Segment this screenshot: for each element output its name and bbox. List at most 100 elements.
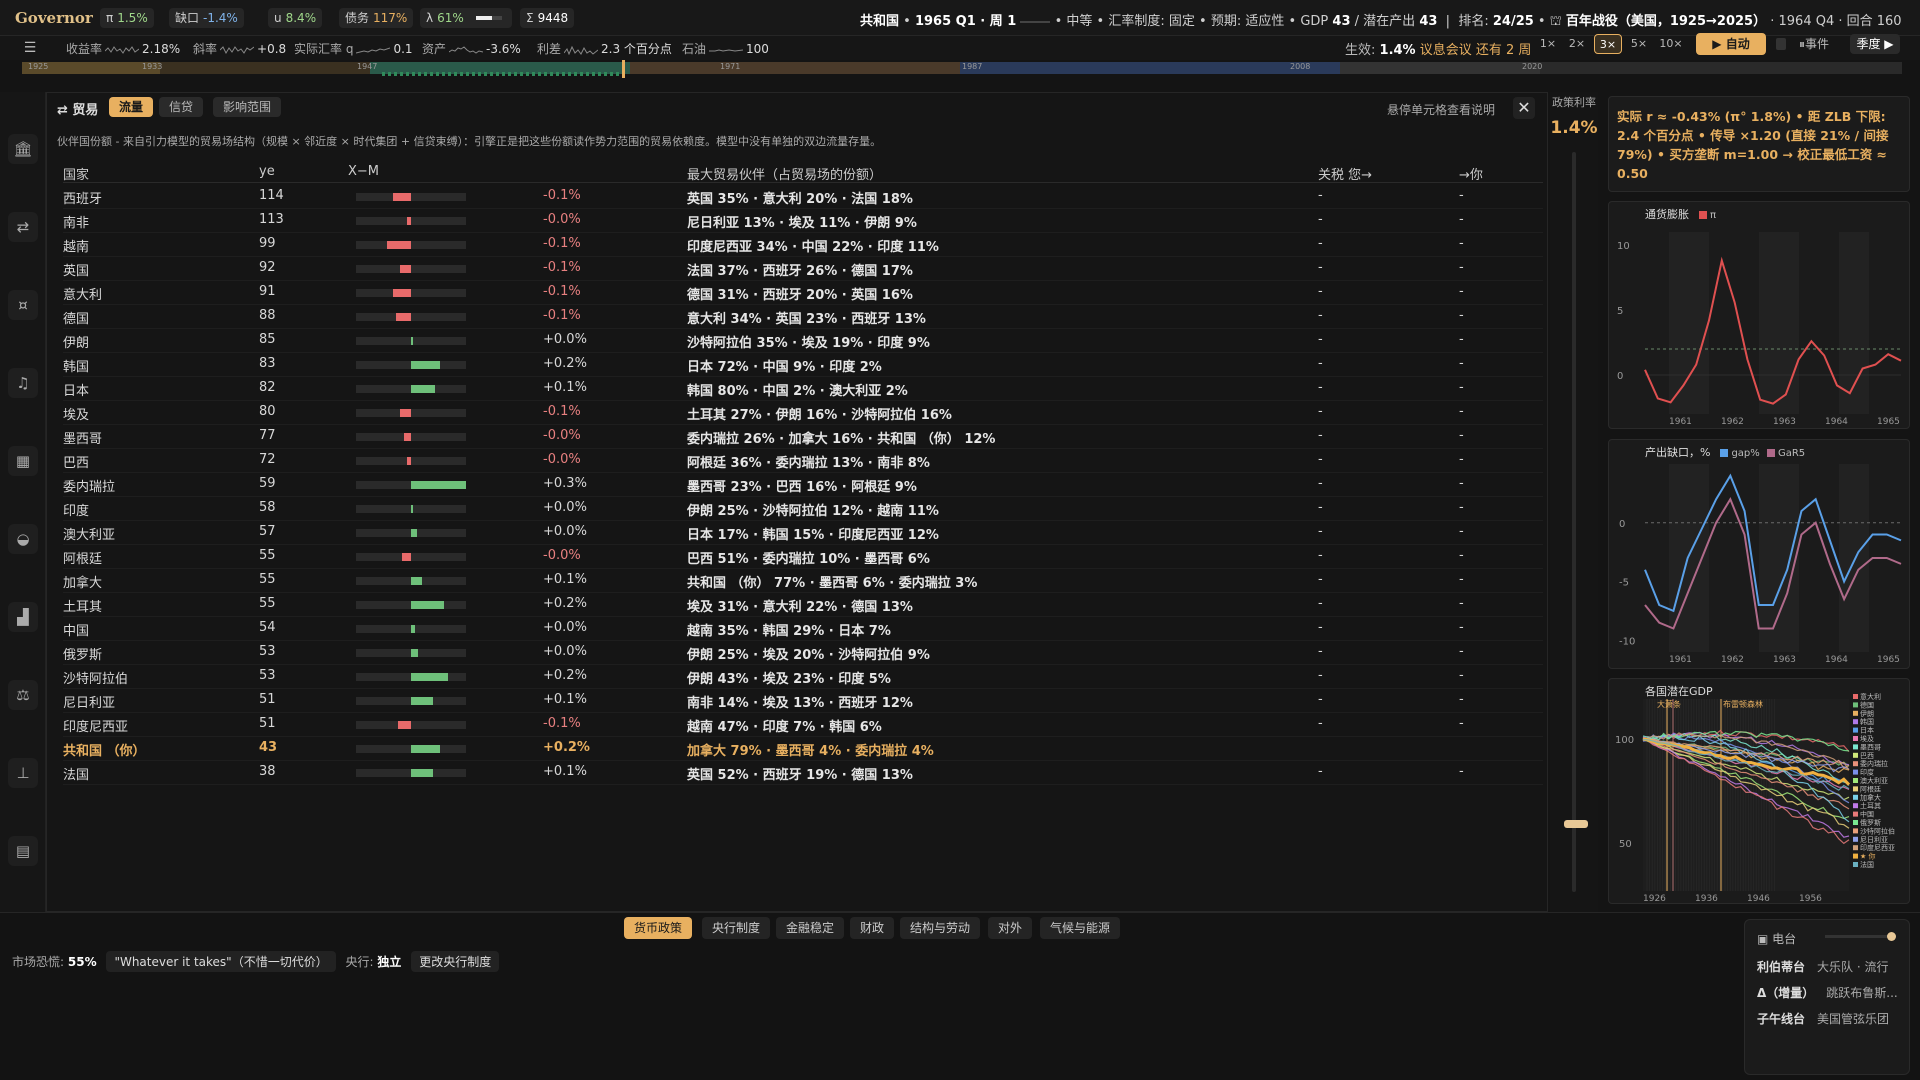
speed-2x[interactable]: 2×	[1564, 34, 1590, 54]
tariff-cell[interactable]: -	[1318, 692, 1323, 707]
document-icon[interactable]: ▤	[8, 836, 38, 866]
tariff-cell[interactable]: -	[1318, 668, 1323, 683]
table-row[interactable]: 委内瑞拉 59 +0.3% 墨西哥 23% · 巴西 16% · 阿根廷 9% - -	[63, 473, 1543, 497]
policy-rate-handle[interactable]	[1564, 820, 1588, 828]
speed-10x[interactable]: 10×	[1656, 34, 1686, 54]
tab-climate-energy[interactable]: 气候与能源	[1040, 917, 1121, 939]
whatever-it-takes-button[interactable]: "Whatever it takes"（不惜一切代价）	[106, 951, 336, 972]
table-row[interactable]: 越南 99 -0.1% 印度尼西亚 34% · 中国 22% · 印度 11% - -	[63, 233, 1543, 257]
tariff-cell[interactable]: -	[1318, 524, 1323, 539]
tab-credit[interactable]: 信贷	[159, 97, 204, 117]
thermometer-icon[interactable]: ⊥	[8, 758, 38, 788]
volume-slider[interactable]	[1825, 932, 1896, 941]
table-row[interactable]: 中国 54 +0.0% 越南 35% · 韩国 29% · 日本 7% - -	[63, 617, 1543, 641]
tariff-cell[interactable]: -	[1318, 644, 1323, 659]
tariff-cell[interactable]: -	[1318, 212, 1323, 227]
table-row[interactable]: 墨西哥 77 -0.0% 委内瑞拉 26% · 加拿大 16% · 共和国 （你） 1…	[63, 425, 1543, 449]
table-row[interactable]: 印度 58 +0.0% 伊朗 25% · 沙特阿拉伯 12% · 越南 11% - -	[63, 497, 1543, 521]
tariff-cell[interactable]: -	[1318, 596, 1323, 611]
score-chip[interactable]: Σ 9448	[520, 8, 575, 28]
col-ye[interactable]: ye	[259, 164, 275, 179]
radio-station-2[interactable]: Δ（增量） 跳跃布鲁斯...	[1757, 984, 1898, 1001]
table-row[interactable]: 巴西 72 -0.0% 阿根廷 36% · 委内瑞拉 13% · 南非 8% - -	[63, 449, 1543, 473]
tab-structure-labor[interactable]: 结构与劳动	[900, 917, 981, 939]
radio-station-1[interactable]: 利伯蒂台 大乐队 · 流行	[1757, 958, 1888, 975]
tariff-cell[interactable]: -	[1318, 500, 1323, 515]
table-row[interactable]: 阿根廷 55 -0.0% 巴西 51% · 委内瑞拉 10% · 墨西哥 6% - -	[63, 545, 1543, 569]
col-xm[interactable]: X−M	[348, 164, 379, 179]
col-country[interactable]: 国家	[63, 164, 89, 183]
table-row[interactable]: 共和国 （你） 43 +0.2% 加拿大 79% · 墨西哥 4% · 委内瑞拉 4%	[63, 737, 1543, 761]
table-row[interactable]: 德国 88 -0.1% 意大利 34% · 英国 23% · 西班牙 13% - -	[63, 305, 1543, 329]
tariff-cell[interactable]: -	[1318, 428, 1323, 443]
money-icon[interactable]: ¤	[8, 290, 38, 320]
col-you[interactable]: →你	[1459, 164, 1483, 183]
table-row[interactable]: 埃及 80 -0.1% 土耳其 27% · 伊朗 16% · 沙特阿拉伯 16% - -	[63, 401, 1543, 425]
tariff-cell[interactable]: -	[1318, 764, 1323, 779]
tab-financial-stability[interactable]: 金融稳定	[776, 917, 845, 939]
table-row[interactable]: 尼日利亚 51 +0.1% 南非 14% · 埃及 13% · 西班牙 12% - -	[63, 689, 1543, 713]
col-tariff[interactable]: 关税 您→	[1318, 164, 1372, 183]
tab-central-bank[interactable]: 央行制度	[702, 917, 771, 939]
tariff-cell[interactable]: -	[1318, 236, 1323, 251]
tariff-cell[interactable]: -	[1318, 620, 1323, 635]
bell-icon[interactable]: ♫	[8, 368, 38, 398]
tariff-cell[interactable]: -	[1318, 260, 1323, 275]
table-row[interactable]: 沙特阿拉伯 53 +0.2% 伊朗 43% · 埃及 23% · 印度 5% - -	[63, 665, 1543, 689]
era-timeline[interactable]: 1925 1933 1947 1971 1987 2008 2020	[22, 60, 1902, 78]
table-row[interactable]: 俄罗斯 53 +0.0% 伊朗 25% · 埃及 20% · 沙特阿拉伯 9% - -	[63, 641, 1543, 665]
tab-influence[interactable]: 影响范围	[213, 97, 282, 117]
tab-monetary[interactable]: 货币政策	[624, 917, 693, 939]
inflation-chip[interactable]: π 1.5%	[100, 8, 154, 28]
table-row[interactable]: 英国 92 -0.1% 法国 37% · 西班牙 26% · 德国 17% - -	[63, 257, 1543, 281]
table-row[interactable]: 伊朗 85 +0.0% 沙特阿拉伯 35% · 埃及 19% · 印度 9% - -	[63, 329, 1543, 353]
close-icon[interactable]: ✕	[1513, 97, 1535, 119]
table-row[interactable]: 土耳其 55 +0.2% 埃及 31% · 意大利 22% · 德国 13% - -	[63, 593, 1543, 617]
speed-1x[interactable]: 1×	[1536, 34, 1560, 54]
radio-station-3[interactable]: 子午线台 美国管弦乐团	[1757, 1010, 1889, 1027]
table-row[interactable]: 印度尼西亚 51 -0.1% 越南 47% · 印度 7% · 韩国 6% - -	[63, 713, 1543, 737]
tariff-cell[interactable]: -	[1318, 548, 1323, 563]
tariff-cell[interactable]: -	[1318, 716, 1323, 731]
table-row[interactable]: 西班牙 114 -0.1% 英国 35% · 意大利 20% · 法国 18% - -	[63, 185, 1543, 209]
tariff-cell[interactable]: -	[1318, 404, 1323, 419]
globe-icon[interactable]: ◒	[8, 524, 38, 554]
trade-icon[interactable]: ⇄	[8, 212, 38, 242]
table-row[interactable]: 意大利 91 -0.1% 德国 31% · 西班牙 20% · 英国 16% - -	[63, 281, 1543, 305]
unemployment-chip[interactable]: u 8.4%	[268, 8, 323, 28]
bank-icon[interactable]: 🏛	[8, 134, 38, 164]
approval-chip[interactable]: λ 61%	[420, 8, 512, 28]
tariff-cell[interactable]: -	[1318, 188, 1323, 203]
tariff-cell[interactable]: -	[1318, 356, 1323, 371]
debt-chip[interactable]: 债务 117%	[339, 8, 414, 28]
tab-external[interactable]: 对外	[988, 917, 1033, 939]
tariff-cell[interactable]: -	[1318, 476, 1323, 491]
table-row[interactable]: 法国 38 +0.1% 英国 52% · 西班牙 19% · 德国 13% - -	[63, 761, 1543, 785]
table-row[interactable]: 加拿大 55 +0.1% 共和国 （你） 77% · 墨西哥 6% · 委内瑞拉 3%…	[63, 569, 1543, 593]
tariff-cell[interactable]: -	[1318, 380, 1323, 395]
menu-icon[interactable]: ☰	[20, 38, 40, 58]
table-row[interactable]: 日本 82 +0.1% 韩国 80% · 中国 2% · 澳大利亚 2% - -	[63, 377, 1543, 401]
tariff-cell[interactable]: -	[1318, 284, 1323, 299]
tariff-cell[interactable]: -	[1318, 332, 1323, 347]
gap-chip[interactable]: 缺口 -1.4%	[169, 8, 244, 28]
tariff-cell[interactable]: -	[1318, 452, 1323, 467]
speed-5x[interactable]: 5×	[1626, 34, 1652, 54]
table-row[interactable]: 南非 113 -0.0% 尼日利亚 13% · 埃及 11% · 伊朗 9% - -	[63, 209, 1543, 233]
events-toggle[interactable]: ⏸事件	[1794, 34, 1834, 54]
table-row[interactable]: 澳大利亚 57 +0.0% 日本 17% · 韩国 15% · 印度尼西亚 12% - -	[63, 521, 1543, 545]
table-row[interactable]: 韩国 83 +0.2% 日本 72% · 中国 9% · 印度 2% - -	[63, 353, 1543, 377]
tariff-cell[interactable]: -	[1318, 572, 1323, 587]
factory-icon[interactable]: ▦	[8, 446, 38, 476]
tab-fiscal[interactable]: 财政	[850, 917, 895, 939]
events-checkbox[interactable]	[1776, 38, 1786, 50]
chart-icon[interactable]: ▟	[8, 602, 38, 632]
tab-flow[interactable]: 流量	[109, 97, 154, 117]
col-partners[interactable]: 最大贸易伙伴（占贸易场的份额）	[687, 164, 882, 183]
speed-3x[interactable]: 3×	[1594, 34, 1622, 54]
tariff-cell[interactable]: -	[1318, 308, 1323, 323]
change-cb-button[interactable]: 更改央行制度	[411, 951, 500, 972]
quarter-step-button[interactable]: 季度 ▶	[1850, 34, 1900, 54]
auto-button[interactable]: ▶ 自动	[1696, 33, 1766, 55]
policy-rate-slider[interactable]	[1572, 152, 1576, 892]
